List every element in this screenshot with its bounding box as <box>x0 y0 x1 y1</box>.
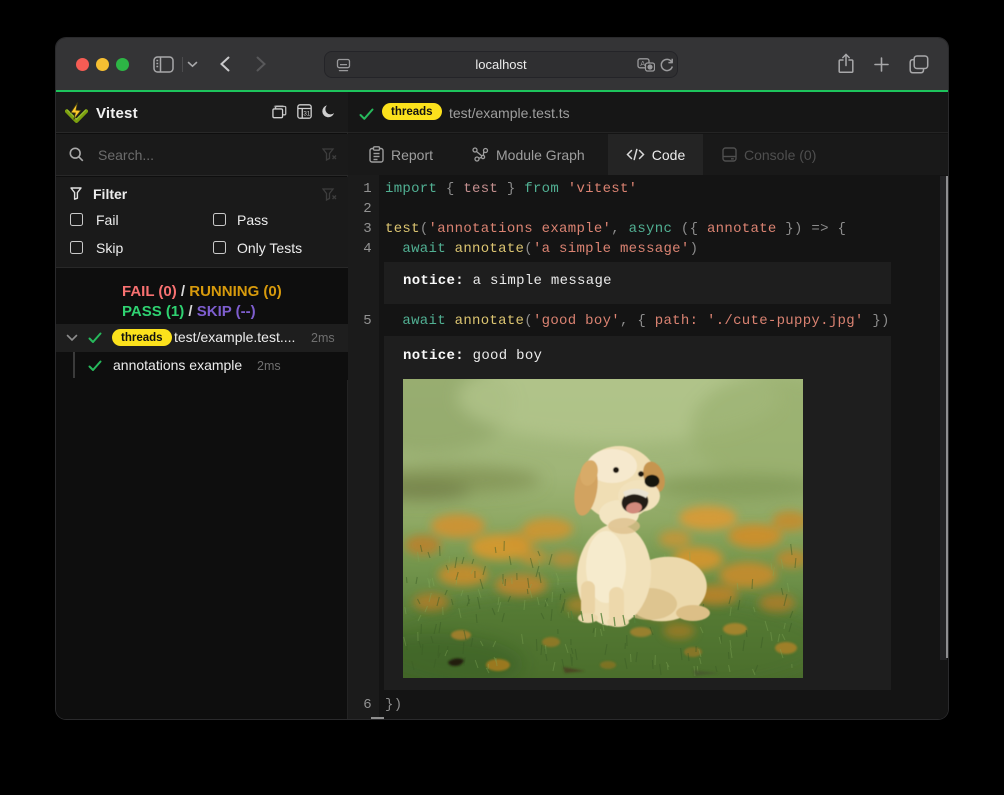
svg-text:31: 31 <box>303 111 310 118</box>
svg-text:A: A <box>640 59 645 68</box>
